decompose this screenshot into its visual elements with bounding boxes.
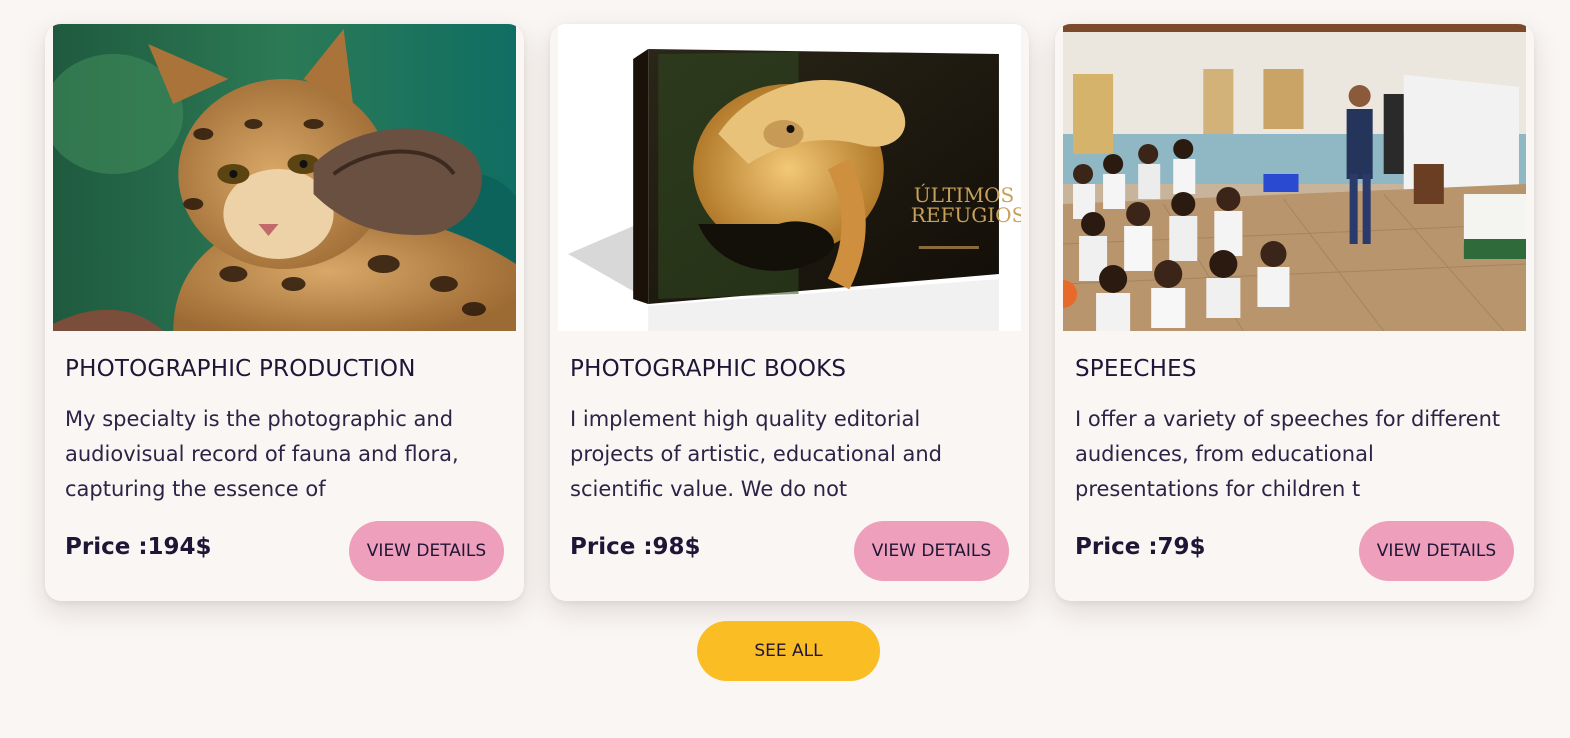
see-all-button[interactable]: SEE ALL [697, 621, 880, 681]
card-description: I offer a variety of speeches for differ… [1075, 407, 1501, 501]
card-price: Price :98$ [570, 534, 701, 560]
service-card-photographic-production: PHOTOGRAPHIC PRODUCTION My specialty is … [45, 24, 524, 601]
card-description: I implement high quality editorial proje… [570, 407, 942, 501]
card-image-classroom [1063, 24, 1526, 331]
view-details-button[interactable]: VIEW DETAILS [1359, 521, 1514, 581]
card-title: PHOTOGRAPHIC PRODUCTION [65, 356, 416, 382]
card-title: SPEECHES [1075, 356, 1197, 382]
card-image-ocelot [53, 24, 516, 331]
view-details-button[interactable]: VIEW DETAILS [349, 521, 504, 581]
service-card-speeches: SPEECHES I offer a variety of speeches f… [1055, 24, 1534, 601]
service-card-photographic-books: ÚLTIMOS REFUGIOS PHOTOGRAPHIC BOOKS I im… [550, 24, 1029, 601]
card-description: My specialty is the photographic and aud… [65, 407, 459, 501]
card-price: Price :79$ [1075, 534, 1206, 560]
svg-text:REFUGIOS: REFUGIOS [911, 203, 1021, 227]
services-card-list: PHOTOGRAPHIC PRODUCTION My specialty is … [45, 24, 1534, 601]
card-price: Price :194$ [65, 534, 212, 560]
card-image-book: ÚLTIMOS REFUGIOS [558, 24, 1021, 331]
card-title: PHOTOGRAPHIC BOOKS [570, 356, 847, 382]
view-details-button[interactable]: VIEW DETAILS [854, 521, 1009, 581]
